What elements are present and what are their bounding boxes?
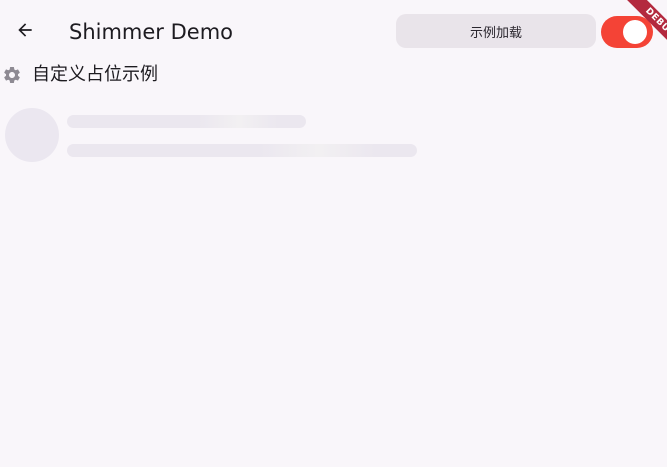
title-line-placeholder [67, 115, 306, 128]
section-header: 自定义占位示例 [0, 62, 158, 88]
gear-icon [1, 64, 23, 86]
loading-toggle[interactable] [601, 16, 653, 48]
arrow-left-icon [15, 20, 35, 44]
page-title: Shimmer Demo [69, 20, 234, 44]
app-root: Shimmer Demo 示例加载 DEBUG 自定义占位示例 [0, 0, 667, 467]
avatar-placeholder [5, 108, 59, 162]
load-example-button[interactable]: 示例加载 [396, 14, 596, 48]
app-bar: Shimmer Demo 示例加载 [0, 0, 667, 64]
toggle-thumb [623, 20, 647, 44]
section-title: 自定义占位示例 [32, 64, 158, 85]
subtitle-line-placeholder [67, 144, 417, 157]
back-button[interactable] [8, 12, 42, 52]
